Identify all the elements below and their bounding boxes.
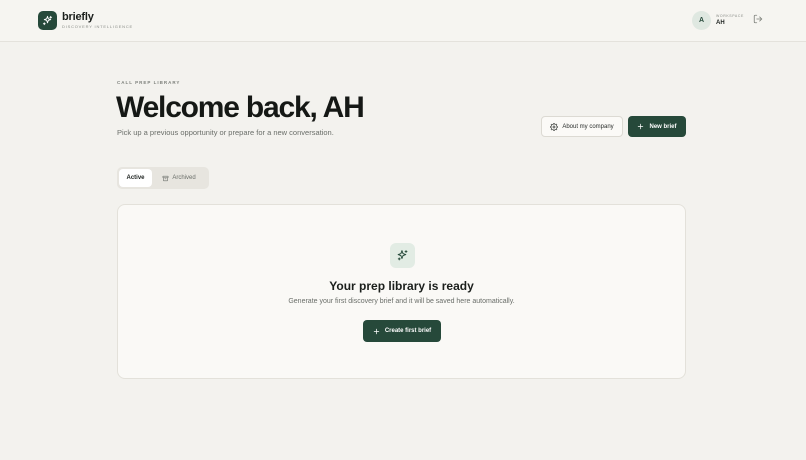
gear-icon (550, 122, 559, 131)
logo-sparkle-icon[interactable] (38, 11, 57, 30)
empty-state-sparkle-icon (390, 243, 415, 268)
page-title: Welcome back, AH (116, 91, 365, 124)
top-bar: briefly DISCOVERY INTELLIGENCE A WORKSPA… (0, 0, 806, 42)
tab-active-label: Active (126, 175, 145, 181)
tab-active[interactable]: Active (119, 169, 152, 187)
logout-icon[interactable] (753, 14, 763, 24)
create-first-brief-label: Create first brief (384, 328, 432, 334)
brand-tagline: DISCOVERY INTELLIGENCE (62, 24, 134, 29)
tab-archived-label: Archived (172, 175, 196, 181)
library-tabs: Active Archived (117, 167, 209, 189)
workspace-label: WORKSPACE (716, 14, 744, 18)
tab-archived[interactable]: Archived (156, 169, 202, 187)
new-brief-button[interactable]: New brief (628, 116, 686, 137)
new-brief-label: New brief (649, 123, 677, 130)
workspace-value: AH (716, 20, 725, 26)
empty-state-title: Your prep library is ready (329, 279, 474, 293)
brand-name[interactable]: briefly (62, 11, 94, 23)
plus-icon (373, 328, 380, 334)
section-eyebrow: CALL PREP LIBRARY (117, 80, 181, 85)
archive-icon (162, 175, 169, 181)
about-my-company-button[interactable]: About my company (541, 116, 623, 137)
page-subtitle: Pick up a previous opportunity or prepar… (117, 128, 334, 137)
avatar[interactable]: A (692, 11, 711, 30)
about-my-company-label: About my company (562, 123, 614, 130)
create-first-brief-button[interactable]: Create first brief (363, 320, 441, 342)
empty-state-description: Generate your first discovery brief and … (288, 298, 515, 305)
plus-icon (638, 123, 644, 130)
empty-state-card: Your prep library is ready Generate your… (117, 204, 686, 379)
